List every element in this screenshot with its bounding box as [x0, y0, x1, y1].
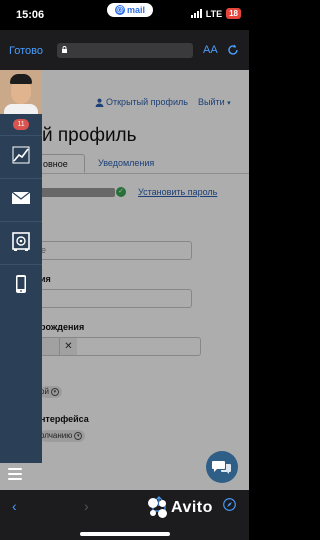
sidebar-item-phone[interactable]: [0, 264, 42, 302]
avito-logo-icon: [148, 498, 168, 518]
signal-icon: [190, 9, 202, 18]
side-panel: 11: [0, 70, 42, 463]
avatar-hair: [10, 74, 32, 84]
at-icon: @: [115, 5, 125, 15]
network-label: LTE: [205, 8, 223, 19]
chat-button[interactable]: [206, 451, 238, 483]
avatar[interactable]: [0, 70, 42, 114]
compass-icon[interactable]: [223, 498, 236, 511]
stats-icon: [12, 146, 30, 163]
lock-icon: [62, 46, 67, 53]
sidebar-item-safe[interactable]: [0, 221, 42, 259]
status-time: 15:06: [16, 9, 45, 21]
sidebar-item-mail[interactable]: [0, 178, 42, 216]
avito-wordmark: Avito: [171, 499, 213, 516]
avatar-shirt: [4, 104, 38, 114]
status-bar: 15:06 @ mail LTE 18: [0, 0, 249, 30]
mail-icon: [11, 191, 31, 204]
url-field[interactable]: [57, 43, 193, 58]
mail-pill-label: mail: [127, 5, 146, 15]
reload-icon[interactable]: [226, 43, 240, 57]
safe-icon: [12, 231, 30, 251]
text-size-button[interactable]: AA: [203, 44, 218, 56]
sidebar-item-stats[interactable]: [0, 135, 42, 173]
battery-icon: 18: [226, 8, 241, 19]
home-indicator: [80, 532, 170, 536]
back-button[interactable]: ‹: [12, 498, 17, 514]
hamburger-menu-icon[interactable]: [8, 468, 22, 480]
status-indicators: LTE 18: [190, 8, 241, 19]
chat-bubbles-icon: [212, 461, 231, 474]
avito-watermark: Avito: [148, 498, 213, 518]
mail-pill[interactable]: @ mail: [107, 3, 154, 17]
done-button[interactable]: Готово: [9, 45, 43, 57]
forward-button[interactable]: ›: [84, 498, 89, 514]
browser-toolbar: Готово AA: [0, 30, 249, 70]
phone-icon: [16, 274, 26, 293]
notification-badge[interactable]: 11: [13, 119, 29, 130]
